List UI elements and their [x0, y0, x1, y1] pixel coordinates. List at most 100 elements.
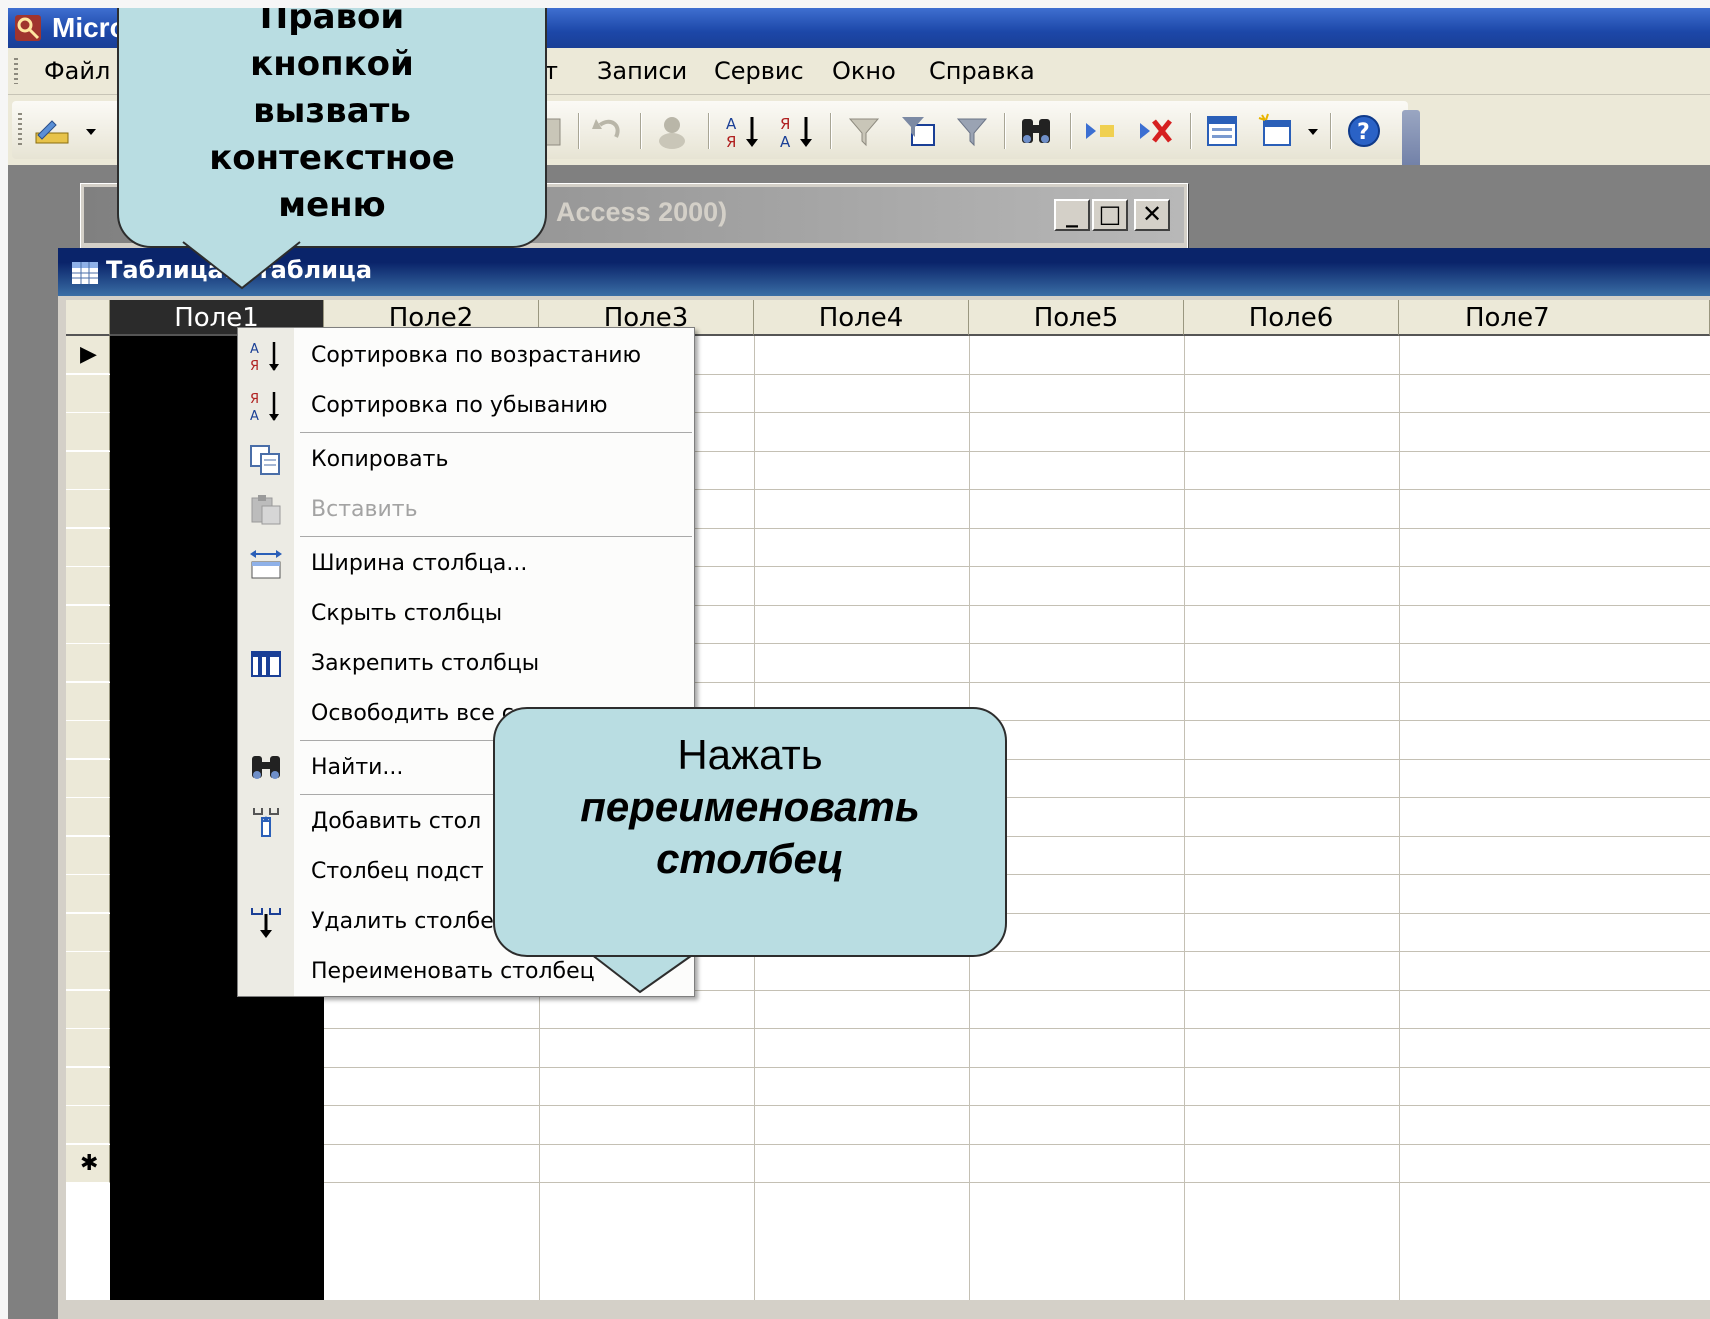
current-record-marker-icon: ▶: [80, 342, 97, 367]
sort-ascending-icon[interactable]: АЯ: [722, 111, 762, 151]
menu-item-sort-descending[interactable]: ЯА Сортировка по убыванию: [238, 380, 694, 430]
record-selector[interactable]: [66, 836, 110, 875]
toolbar-separator: [830, 113, 832, 149]
callout-bottom-line1: Нажать: [677, 731, 823, 778]
table-name: Таблица1: [106, 256, 241, 284]
svg-text:Я: Я: [250, 392, 259, 407]
column-header-field7[interactable]: Поле7: [1399, 300, 1710, 336]
record-selector[interactable]: [66, 798, 110, 836]
record-selector[interactable]: [66, 451, 110, 490]
menu-file[interactable]: Файл: [44, 57, 110, 85]
record-selector[interactable]: [66, 990, 110, 1029]
svg-text:А: А: [726, 115, 737, 133]
record-selector[interactable]: [66, 1067, 110, 1106]
binoculars-icon: [248, 750, 284, 786]
row-divider: [324, 1105, 1710, 1106]
table-window-titlebar[interactable]: Таблица1 таблица: [58, 248, 1710, 296]
column-divider: [1399, 336, 1400, 1300]
menu-item-copy[interactable]: Копировать: [238, 434, 694, 484]
filter-by-form-icon[interactable]: [898, 111, 938, 151]
menu-separator: [300, 536, 692, 537]
menu-help[interactable]: Справка: [929, 57, 1035, 85]
toolbar-separator: [708, 113, 710, 149]
svg-text:А: А: [250, 342, 259, 357]
access-key-icon: [15, 15, 41, 41]
view-dropdown-caret[interactable]: [86, 129, 96, 135]
svg-text:А: А: [780, 133, 791, 151]
sort-ascending-icon: АЯ: [248, 338, 284, 374]
menu-item-sort-ascending[interactable]: АЯ Сортировка по возрастанию: [238, 330, 694, 380]
menu-item-hide-columns[interactable]: Скрыть столбцы: [238, 588, 694, 638]
record-selector[interactable]: [66, 567, 110, 605]
menubar-grip[interactable]: [14, 58, 18, 84]
callout-top-line5: меню: [278, 185, 386, 225]
callout-bottom-line3: столбец: [656, 835, 844, 882]
record-selector[interactable]: [66, 1029, 110, 1067]
toolbar-separator: [578, 113, 580, 149]
new-record-marker-icon: ✱: [80, 1150, 99, 1176]
callout-top-line1: Правой: [259, 8, 405, 37]
select-all-corner[interactable]: [66, 300, 110, 336]
record-selector[interactable]: [66, 490, 110, 528]
table-icon: [72, 262, 98, 284]
table-window-title: Таблица1 таблица: [106, 256, 372, 284]
record-selector[interactable]: [66, 721, 110, 759]
toolbar-separator: [1004, 113, 1006, 149]
new-object-dropdown-caret[interactable]: [1308, 129, 1318, 135]
navigation-bar: [58, 1302, 1710, 1319]
record-selector[interactable]: [66, 682, 110, 721]
menu-records[interactable]: Записи: [597, 57, 687, 85]
row-divider: [324, 1182, 1710, 1183]
toolbar-separator: [1330, 113, 1332, 149]
column-header-field6[interactable]: Поле6: [1184, 300, 1399, 336]
record-selector[interactable]: ▶: [66, 336, 110, 374]
undo-icon[interactable]: [588, 111, 628, 151]
record-selector[interactable]: [66, 952, 110, 990]
record-selector[interactable]: ✱: [66, 1144, 110, 1183]
delete-column-icon: [248, 904, 284, 940]
record-selector[interactable]: [66, 759, 110, 798]
delete-record-icon[interactable]: [1136, 111, 1176, 151]
table-view-type: таблица: [256, 256, 373, 284]
record-selector[interactable]: [66, 413, 110, 451]
column-header-field4[interactable]: Поле4: [754, 300, 969, 336]
find-binoculars-icon[interactable]: [1016, 111, 1056, 151]
record-selector[interactable]: [66, 644, 110, 682]
menu-item-freeze-columns[interactable]: Закрепить столбцы: [238, 638, 694, 688]
minimize-button[interactable]: _: [1054, 199, 1090, 231]
sort-descending-icon[interactable]: ЯА: [776, 111, 816, 151]
close-button[interactable]: ✕: [1134, 199, 1170, 231]
row-divider: [324, 1066, 1710, 1068]
menu-item-paste[interactable]: Вставить: [238, 484, 694, 534]
row-divider: [324, 1028, 1710, 1029]
toolbar-options-button[interactable]: [1402, 110, 1420, 170]
menu-tools[interactable]: Сервис: [714, 57, 804, 85]
svg-text:?: ?: [1357, 120, 1370, 145]
maximize-button[interactable]: □: [1092, 199, 1128, 231]
toolbar-grip[interactable]: [18, 113, 22, 147]
record-selector[interactable]: [66, 913, 110, 952]
menu-window[interactable]: Окно: [832, 57, 896, 85]
new-record-icon[interactable]: [1082, 111, 1122, 151]
maximize-icon: □: [1098, 200, 1122, 228]
record-selector[interactable]: [66, 875, 110, 913]
record-selector[interactable]: [66, 374, 110, 413]
column-header-field5[interactable]: Поле5: [969, 300, 1184, 336]
record-selector[interactable]: [66, 528, 110, 567]
database-window-icon[interactable]: [1202, 111, 1242, 151]
record-selector[interactable]: [66, 1106, 110, 1144]
database-window-title: Access 2000): [556, 197, 728, 227]
row-divider: [324, 1143, 1710, 1145]
record-selector[interactable]: [66, 605, 110, 644]
design-view-icon[interactable]: [32, 111, 72, 151]
apply-filter-icon[interactable]: [952, 111, 992, 151]
screenshot-frame: Micro Файл т Записи Сервис Окно Справка: [8, 8, 1710, 1319]
office-links-icon[interactable]: [652, 111, 692, 151]
insert-column-icon: [248, 804, 284, 840]
help-icon[interactable]: ?: [1344, 111, 1384, 151]
filter-by-selection-icon[interactable]: [844, 111, 884, 151]
new-object-icon[interactable]: [1256, 111, 1296, 151]
menu-separator: [300, 432, 692, 433]
menu-item-column-width[interactable]: Ширина столбца...: [238, 538, 694, 588]
svg-text:А: А: [250, 409, 259, 424]
